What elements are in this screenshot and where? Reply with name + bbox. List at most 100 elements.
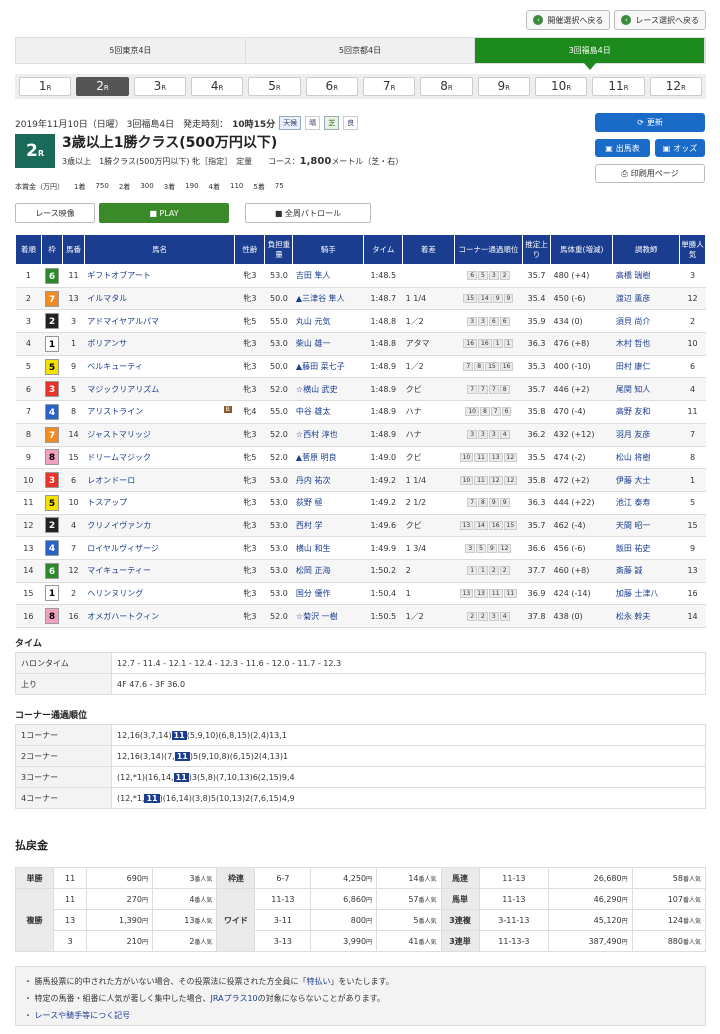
trainer-cell: 渡辺 薫彦 xyxy=(612,287,680,311)
trainer-link[interactable]: 羽月 友彦 xyxy=(616,430,651,439)
last-3f: 36.3 xyxy=(522,332,551,356)
symbols-link[interactable]: レースや騎手等につく記号 xyxy=(35,1011,131,1020)
corner-position: 10 xyxy=(459,475,474,485)
race-tab-1[interactable]: 1R xyxy=(19,77,72,96)
trainer-link[interactable]: 須貝 尚介 xyxy=(616,317,651,326)
jockey-link[interactable]: 丸山 元気 xyxy=(296,317,331,326)
trainer-link[interactable]: 高橋 瑞樹 xyxy=(616,271,651,280)
jockey-link[interactable]: 荻野 極 xyxy=(296,498,323,507)
race-tab-10[interactable]: 10R xyxy=(534,77,588,96)
entries-button[interactable]: ▣ 出馬表 xyxy=(595,139,650,157)
waku-cell: 3 xyxy=(41,377,63,402)
jockey-link[interactable]: 国分 優作 xyxy=(296,589,331,598)
venue-tab-fukushima[interactable]: 3回福島4日 xyxy=(475,38,706,70)
jockey-link[interactable]: 丹内 祐次 xyxy=(296,476,331,485)
corner-position: 11 xyxy=(474,475,488,485)
race-tab-12[interactable]: 12R xyxy=(649,77,702,96)
trainer-link[interactable]: 飯田 祐史 xyxy=(616,544,651,553)
corner-positions: 7 8 15 16 xyxy=(454,355,523,379)
jockey-link[interactable]: ▲菅原 明良 xyxy=(296,453,337,462)
horse-name-link[interactable]: アドマイヤアルパマ xyxy=(87,317,159,326)
jockey-link[interactable]: 西村 学 xyxy=(296,521,323,530)
horse-name-link[interactable]: クリノイヴァンカ xyxy=(87,521,151,530)
jockey-link[interactable]: ▲藤田 菜七子 xyxy=(296,362,345,371)
horse-name-link[interactable]: イルマタル xyxy=(87,294,127,303)
horse-name-link[interactable]: ジャストマリッジ xyxy=(87,430,151,439)
race-tab-9[interactable]: 9R xyxy=(477,77,530,96)
horse-name-link[interactable]: マイキューティー xyxy=(87,566,151,575)
jockey-link[interactable]: 中谷 雄太 xyxy=(296,407,331,416)
venue-tab-tokyo[interactable]: 5回東京4日 xyxy=(16,38,246,63)
trainer-link[interactable]: 木村 哲也 xyxy=(616,339,651,348)
jockey-link[interactable]: 松岡 正海 xyxy=(296,566,331,575)
trainer-cell: 天間 昭一 xyxy=(612,514,680,538)
table-row: 9 8 15 ドリームマジック 牝5 52.0 ▲菅原 明良 1:49.0 クビ 10 11 13 12… xyxy=(15,446,706,470)
race-tab-7[interactable]: 7R xyxy=(362,77,416,96)
jockey-link[interactable]: 吉田 隼人 xyxy=(296,271,331,280)
race-tab-8[interactable]: 8R xyxy=(420,77,473,96)
horse-name-link[interactable]: ロイヤルヴィザージ xyxy=(87,544,159,553)
horse-name-link[interactable]: ポリアンサ xyxy=(87,339,127,348)
payout-combo: 3 xyxy=(52,930,88,952)
print-page-button[interactable]: ⎙ 印刷用ページ xyxy=(595,164,705,183)
jockey-link[interactable]: ☆西村 淳也 xyxy=(296,430,338,439)
popularity: 14 xyxy=(679,604,706,628)
trainer-link[interactable]: 尾関 知人 xyxy=(616,385,651,394)
horse-name-link[interactable]: ギフトオブアート xyxy=(87,271,151,280)
odds-button[interactable]: ▣ オッズ xyxy=(655,139,705,157)
trainer-link[interactable]: 池江 泰寿 xyxy=(616,498,651,507)
last-3f: 35.7 xyxy=(522,377,551,402)
jockey-link[interactable]: ☆菊沢 一樹 xyxy=(296,612,338,621)
horse-name-link[interactable]: トスアップ xyxy=(87,498,127,507)
refresh-button[interactable]: ⟳ 更新 xyxy=(595,113,705,132)
waku-cell: 8 xyxy=(41,604,63,628)
trainer-link[interactable]: 斎藤 誠 xyxy=(616,566,643,575)
race-tab-11[interactable]: 11R xyxy=(592,77,645,96)
patrol-button[interactable]: ■ 全周パトロール xyxy=(245,203,371,223)
trainer-link[interactable]: 渡辺 薫彦 xyxy=(616,294,651,303)
trainer-link[interactable]: 田村 康仁 xyxy=(616,362,651,371)
horse-name-link[interactable]: アリストライン xyxy=(87,407,143,416)
jra-plus10-link[interactable]: JRAプラス10 xyxy=(211,994,258,1003)
finish-position: 1 xyxy=(15,264,42,288)
horse-name-link[interactable]: マジックリアリズム xyxy=(87,385,159,394)
corner-position: 3 xyxy=(488,611,499,621)
horse-name-link[interactable]: オメガハートクィン xyxy=(87,612,159,621)
trainer-link[interactable]: 伊藤 大士 xyxy=(616,476,651,485)
jockey-link[interactable]: ▲三津谷 隼人 xyxy=(296,294,345,303)
race-tab-6[interactable]: 6R xyxy=(305,77,358,96)
trainer-link[interactable]: 天間 昭一 xyxy=(616,521,651,530)
payout-popularity: 124番人気 xyxy=(631,909,707,931)
jockey-link[interactable]: 横山 和生 xyxy=(296,544,331,553)
col-header: 単勝人気 xyxy=(679,234,706,265)
jockey-link[interactable]: 柴山 雄一 xyxy=(296,339,331,348)
race-tab-5[interactable]: 5R xyxy=(248,77,301,96)
popularity: 6 xyxy=(679,355,706,379)
back-to-kaisai-button[interactable]: ‹ 開催選択へ戻る xyxy=(526,10,611,30)
payout-amount: 26,680円 xyxy=(548,867,633,889)
payout-popularity: 880番人気 xyxy=(631,930,707,952)
note-2: ・ 特定の馬番・組番に人気が著しく集中した場合、JRAプラス10の対象にならない… xyxy=(24,994,385,1003)
horse-name-link[interactable]: ドリームマジック xyxy=(87,453,151,462)
race-tab-4[interactable]: 4R xyxy=(190,77,244,96)
play-button[interactable]: ■ PLAY xyxy=(99,203,229,223)
race-tab-2[interactable]: 2R xyxy=(76,77,129,96)
weight-carried: 53.0 xyxy=(264,582,293,606)
special-payout-link[interactable]: 特払い xyxy=(307,977,331,986)
trainer-link[interactable]: 松山 将樹 xyxy=(616,453,651,462)
trainer-link[interactable]: 加藤 士津八 xyxy=(616,589,659,598)
horse-name-link[interactable]: レオンドーロ xyxy=(87,476,135,485)
horse-name-link[interactable]: ベルキューティ xyxy=(87,362,143,371)
horse-name-link[interactable]: ヘリンヌリング xyxy=(87,589,143,598)
race-tab-3[interactable]: 3R xyxy=(133,77,186,96)
trainer-cell: 羽月 友彦 xyxy=(612,423,680,447)
corner-position: 1 xyxy=(467,566,478,576)
back-to-race-button[interactable]: ‹ レース選択へ戻る xyxy=(614,10,706,30)
jockey-link[interactable]: ☆横山 武史 xyxy=(296,385,338,394)
col-header: 推定上り xyxy=(522,234,552,265)
venue-tab-kyoto[interactable]: 5回京都4日 xyxy=(245,38,476,63)
trainer-link[interactable]: 松永 幹夫 xyxy=(616,612,651,621)
horse-name-cell: ヘリンヌリング xyxy=(84,582,235,606)
col-header: 性齢 xyxy=(234,234,266,265)
trainer-link[interactable]: 高野 友和 xyxy=(616,407,651,416)
